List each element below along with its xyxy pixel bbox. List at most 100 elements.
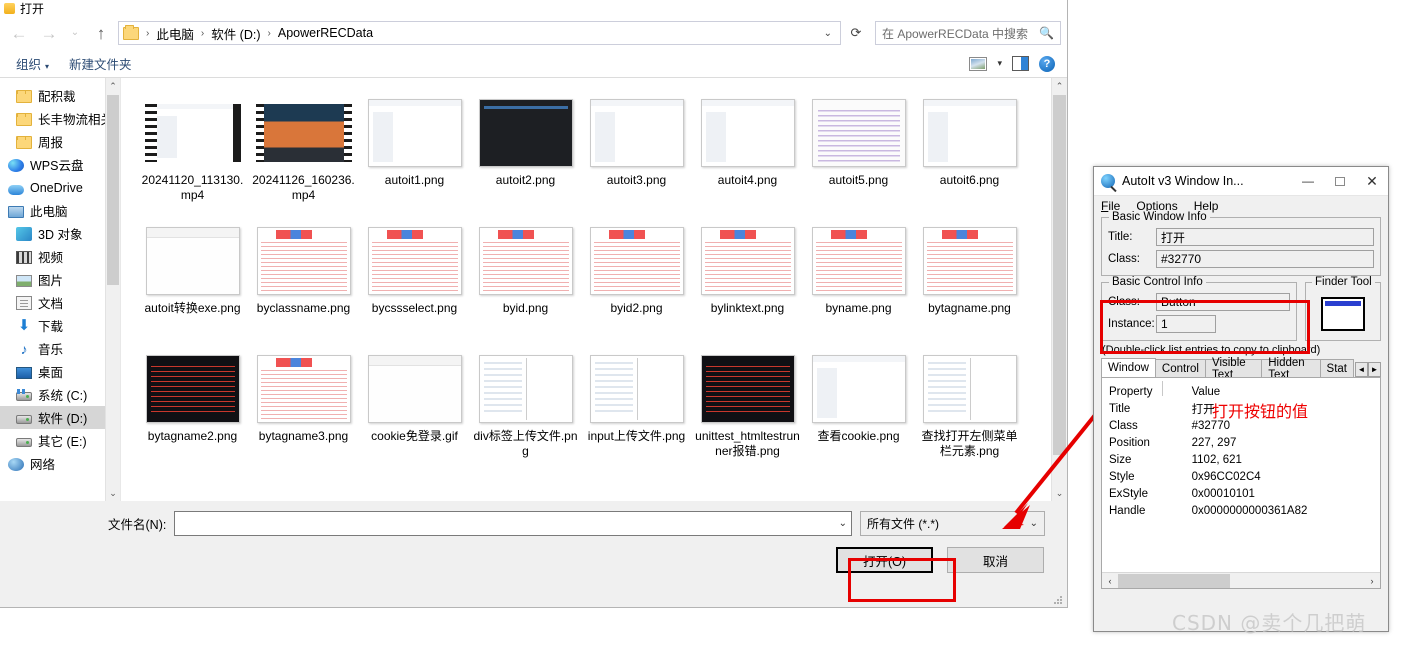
sidebar-item-6[interactable]: 3D 对象 — [0, 222, 120, 245]
sidebar-item-5[interactable]: 此电脑 — [0, 199, 120, 222]
file-item[interactable]: bytagname2.png — [137, 346, 248, 474]
horizontal-scrollbar-thumb[interactable] — [1118, 573, 1230, 588]
tab-scroll-right-icon[interactable]: ► — [1368, 362, 1381, 377]
finder-tool-group[interactable]: Finder Tool — [1305, 276, 1381, 341]
tab-visible-text[interactable]: Visible Text — [1204, 357, 1263, 381]
property-row[interactable]: Style 0x96CC02C4 — [1102, 468, 1380, 485]
organize-button[interactable]: 组织 ▾ — [6, 51, 59, 76]
sidebar-item-4[interactable]: OneDrive — [0, 176, 120, 199]
sidebar-item-1[interactable]: 长丰物流相关文 — [0, 107, 120, 130]
view-layout-icon[interactable] — [969, 56, 988, 71]
chevron-down-icon[interactable]: ⌄ — [818, 28, 838, 39]
file-item[interactable]: autoit4.png — [692, 90, 803, 218]
scroll-left-arrow-icon[interactable]: ‹ — [1102, 576, 1118, 586]
file-item[interactable]: 20241120_113130.mp4 — [137, 90, 248, 218]
file-type-filter-select[interactable]: 所有文件 (*.*) ⌄ — [860, 511, 1045, 536]
file-item[interactable]: autoit6.png — [914, 90, 1025, 218]
file-item[interactable]: cookie免登录.gif — [359, 346, 470, 474]
sidebar-item-3[interactable]: WPS云盘 — [0, 153, 120, 176]
address-breadcrumb-bar[interactable]: › 此电脑 › 软件 (D:) › ApowerRECData ⌄ — [118, 21, 841, 45]
maximize-button[interactable] — [1324, 167, 1356, 195]
preview-pane-icon[interactable] — [1012, 56, 1029, 71]
open-button[interactable]: 打开(O) — [836, 547, 933, 573]
sidebar-item-7[interactable]: 视频 — [0, 245, 120, 268]
file-item[interactable]: autoit2.png — [470, 90, 581, 218]
file-item[interactable]: bycssselect.png — [359, 218, 470, 346]
sidebar-item-8[interactable]: 图片 — [0, 268, 120, 291]
file-item[interactable]: 20241126_160236.mp4 — [248, 90, 359, 218]
property-row[interactable]: Handle 0x0000000000361A82 — [1102, 502, 1380, 519]
file-item[interactable]: bylinktext.png — [692, 218, 803, 346]
file-item[interactable]: bytagname.png — [914, 218, 1025, 346]
sidebar-item-11[interactable]: ♪ 音乐 — [0, 337, 120, 360]
back-button[interactable]: ← — [6, 20, 32, 46]
tab-control[interactable]: Control — [1154, 359, 1206, 377]
file-item[interactable]: bytagname3.png — [248, 346, 359, 474]
sidebar-item-15[interactable]: 其它 (E:) — [0, 429, 120, 452]
file-item[interactable]: unittest_htmltestrunner报错.png — [692, 346, 803, 474]
tab-window[interactable]: Window — [1101, 358, 1156, 377]
file-item[interactable]: byclassname.png — [248, 218, 359, 346]
file-item[interactable]: byname.png — [803, 218, 914, 346]
file-item[interactable]: autoit5.png — [803, 90, 914, 218]
window-class-value[interactable]: #32770 — [1156, 250, 1374, 268]
breadcrumb-item-folder[interactable]: ApowerRECData — [276, 25, 375, 41]
control-instance-value[interactable]: 1 — [1156, 315, 1216, 333]
file-list-area[interactable]: 20241120_113130.mp4 20241126_160236.mp4 au… — [121, 78, 1067, 501]
sidebar-scrollbar[interactable]: ⌃ ⌄ — [105, 78, 120, 501]
tab-scroll-left-icon[interactable]: ◄ — [1355, 362, 1368, 377]
window-properties-panel[interactable]: Property Value Title 打开 Class #32770 Positio… — [1101, 377, 1381, 589]
file-item[interactable]: byid2.png — [581, 218, 692, 346]
sidebar-item-14[interactable]: 软件 (D:) — [0, 406, 120, 429]
refresh-button[interactable]: ⟳ — [845, 21, 867, 45]
breadcrumb-item-this-pc[interactable]: 此电脑 — [154, 23, 196, 44]
close-button[interactable]: ✕ — [1356, 167, 1388, 195]
tab-hidden-text[interactable]: Hidden Text — [1261, 357, 1321, 381]
sidebar-item-13[interactable]: 系统 (C:) — [0, 383, 120, 406]
file-item[interactable]: byid.png — [470, 218, 581, 346]
forward-button[interactable]: → — [36, 20, 62, 46]
scroll-right-arrow-icon[interactable]: › — [1364, 576, 1380, 586]
property-row[interactable]: ExStyle 0x00010101 — [1102, 485, 1380, 502]
minimize-button[interactable]: — — [1292, 167, 1324, 195]
resize-grip[interactable] — [1054, 595, 1064, 605]
search-input[interactable]: 在 ApowerRECData 中搜索 🔍 — [875, 21, 1061, 45]
finder-window-icon[interactable] — [1321, 296, 1365, 331]
scroll-down-arrow-icon[interactable]: ⌄ — [106, 485, 120, 501]
file-item[interactable]: div标签上传文件.png — [470, 346, 581, 474]
chevron-down-icon[interactable]: ▾ — [997, 58, 1002, 69]
scroll-up-arrow-icon[interactable]: ⌃ — [1052, 78, 1067, 94]
panel-horizontal-scrollbar[interactable]: ‹ › — [1102, 572, 1380, 588]
filename-input[interactable]: ⌄ — [174, 511, 852, 536]
file-item[interactable]: autoit1.png — [359, 90, 470, 218]
file-list-scrollbar-thumb[interactable] — [1053, 95, 1066, 455]
property-row[interactable]: Size 1102, 621 — [1102, 451, 1380, 468]
sidebar-item-16[interactable]: 网络 — [0, 452, 120, 475]
recent-locations-button[interactable]: ⌄ — [66, 20, 84, 46]
file-list-scrollbar[interactable]: ⌃ ⌄ — [1051, 78, 1067, 501]
help-icon[interactable]: ? — [1039, 55, 1055, 72]
sidebar-item-2[interactable]: 周报 — [0, 130, 120, 153]
breadcrumb-item-drive-d[interactable]: 软件 (D:) — [209, 23, 262, 44]
tab-statusbar[interactable]: Stat — [1319, 359, 1354, 377]
property-value: 0x0000000000361A82 — [1191, 504, 1308, 517]
sidebar-item-12[interactable]: 桌面 — [0, 360, 120, 383]
file-item[interactable]: autoit转换exe.png — [137, 218, 248, 346]
window-title-value[interactable]: 打开 — [1156, 228, 1374, 246]
chevron-down-icon[interactable]: ⌄ — [839, 518, 847, 529]
file-item[interactable]: 查看cookie.png — [803, 346, 914, 474]
control-class-value[interactable]: Button — [1156, 293, 1290, 311]
file-item[interactable]: 查找打开左侧菜单栏元素.png — [914, 346, 1025, 474]
sidebar-scrollbar-thumb[interactable] — [107, 95, 119, 285]
sidebar-item-9[interactable]: 文档 — [0, 291, 120, 314]
file-item[interactable]: input上传文件.png — [581, 346, 692, 474]
file-item[interactable]: autoit3.png — [581, 90, 692, 218]
scroll-up-arrow-icon[interactable]: ⌃ — [106, 78, 120, 94]
sidebar-item-10[interactable]: ⬇ 下载 — [0, 314, 120, 337]
cancel-button[interactable]: 取消 — [947, 547, 1044, 573]
sidebar-item-0[interactable]: 配积裁 — [0, 84, 120, 107]
new-folder-button[interactable]: 新建文件夹 — [59, 51, 142, 76]
up-button[interactable]: ↑ — [88, 20, 114, 46]
scroll-down-arrow-icon[interactable]: ⌄ — [1052, 485, 1067, 501]
property-row[interactable]: Position 227, 297 — [1102, 434, 1380, 451]
